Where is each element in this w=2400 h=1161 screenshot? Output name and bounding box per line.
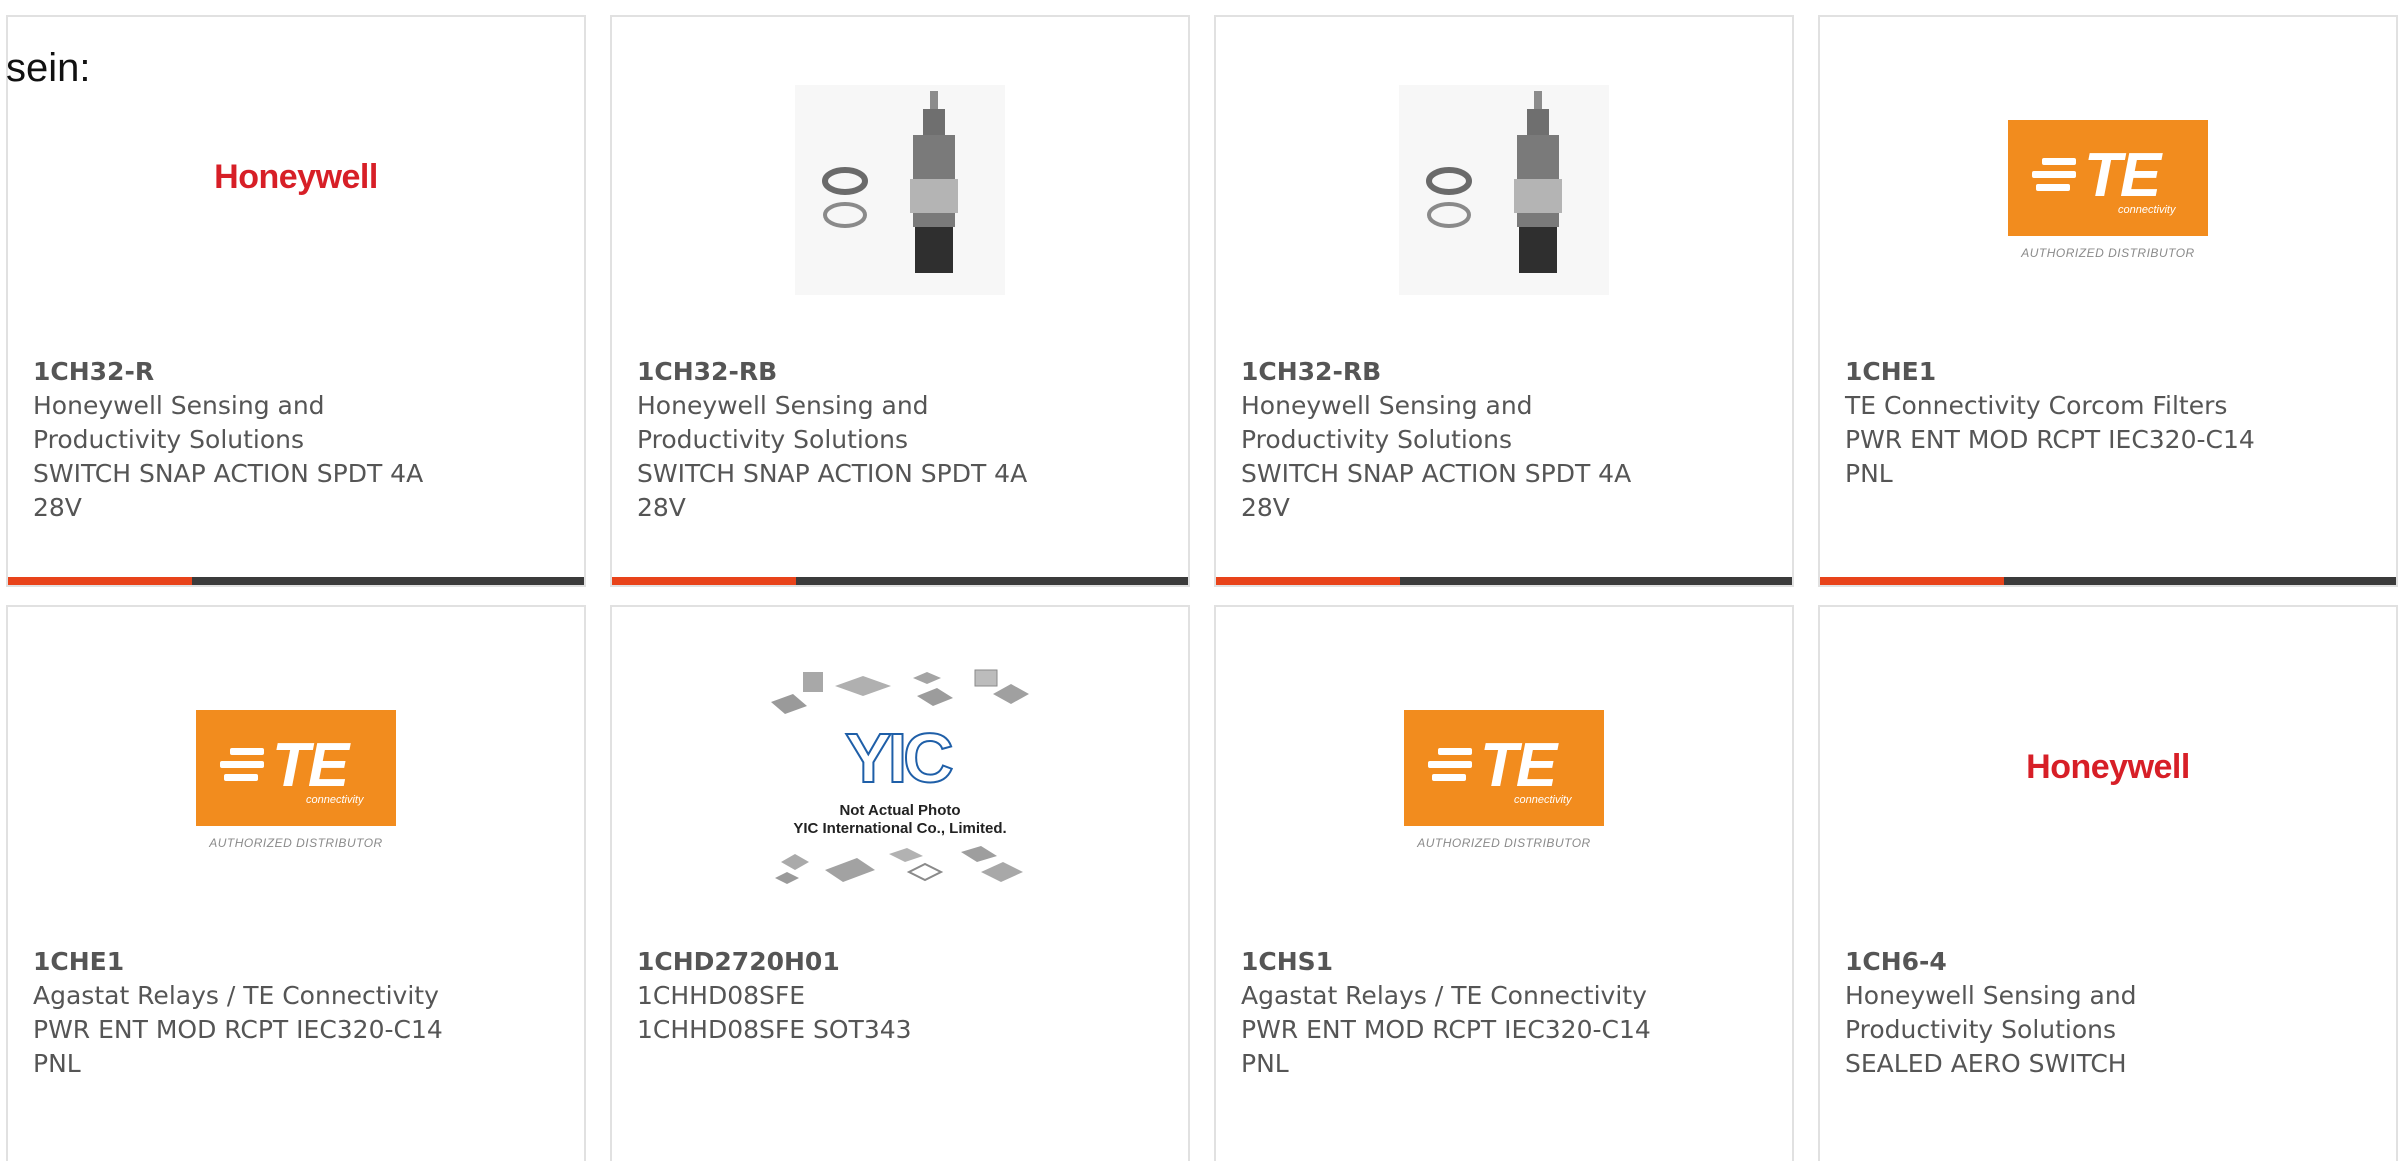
yic-caption-line: Not Actual Photo xyxy=(839,802,961,819)
switch-photo xyxy=(1399,85,1609,295)
product-info: 1CH32-RB Honeywell Sensing and Productiv… xyxy=(637,355,1057,525)
part-number[interactable]: 1CH32-R xyxy=(33,355,453,389)
authorized-distributor-label: AUTHORIZED DISTRIBUTOR xyxy=(1417,836,1591,850)
te-lines-icon xyxy=(1428,748,1472,782)
part-number[interactable]: 1CHD2720H01 xyxy=(637,945,1057,979)
card-bottom-bar xyxy=(612,577,1188,585)
authorized-distributor-label: AUTHORIZED DISTRIBUTOR xyxy=(209,836,383,850)
te-logo-subtext: connectivity xyxy=(1514,794,1572,806)
te-lines-icon xyxy=(2032,158,2076,192)
product-image xyxy=(612,65,1188,315)
product-grid: Honeywell 1CH32-R Honeywell Sensing and … xyxy=(6,15,2400,1161)
product-description: PWR ENT MOD RCPT IEC320-C14 PNL xyxy=(1845,425,2255,488)
te-logo-box: TE connectivity xyxy=(1404,710,1604,826)
card-accent-bar xyxy=(8,577,192,585)
product-info: 1CH6-4 Honeywell Sensing and Productivit… xyxy=(1845,945,2265,1081)
te-logo-subtext: connectivity xyxy=(306,794,364,806)
card-bottom-bar xyxy=(1820,577,2396,585)
product-card[interactable]: 1CH32-RB Honeywell Sensing and Productiv… xyxy=(610,15,1190,587)
product-description: PWR ENT MOD RCPT IEC320-C14 PNL xyxy=(1241,1015,1651,1078)
part-number[interactable]: 1CHE1 xyxy=(33,945,453,979)
product-description: SWITCH SNAP ACTION SPDT 4A 28V xyxy=(33,459,424,522)
honeywell-logo: Honeywell xyxy=(214,158,378,196)
te-logo-box: TE connectivity xyxy=(196,710,396,826)
intro-text: sein: xyxy=(6,46,91,90)
part-number[interactable]: 1CH32-RB xyxy=(637,355,1057,389)
manufacturer-name: Honeywell Sensing and Productivity Solut… xyxy=(1241,391,1533,454)
switch-photo xyxy=(795,85,1005,295)
manufacturer-name: Agastat Relays / TE Connectivity xyxy=(1241,981,1647,1010)
product-description: SEALED AERO SWITCH xyxy=(1845,1049,2127,1078)
te-logo-box: TE connectivity xyxy=(2008,120,2208,236)
te-logo-mark: TE xyxy=(272,731,349,800)
product-image: TE connectivity AUTHORIZED DISTRIBUTOR xyxy=(1820,65,2396,315)
product-image: YIC Not Actual Photo YIC International C… xyxy=(612,655,1188,905)
te-lines-icon xyxy=(220,748,264,782)
yic-placeholder-image: YIC Not Actual Photo YIC International C… xyxy=(765,666,1035,906)
te-logo-mark: TE xyxy=(2084,141,2161,210)
product-card[interactable]: Honeywell 1CH6-4 Honeywell Sensing and P… xyxy=(1818,605,2398,1161)
honeywell-logo: Honeywell xyxy=(2026,748,2190,786)
product-info: 1CH32-R Honeywell Sensing and Productivi… xyxy=(33,355,453,525)
product-image: Honeywell xyxy=(8,65,584,315)
product-info: 1CHS1 Agastat Relays / TE Connectivity P… xyxy=(1241,945,1661,1081)
manufacturer-name: 1CHHD08SFE xyxy=(637,981,806,1010)
yic-caption-line: YIC International Co., Limited. xyxy=(793,820,1007,837)
product-image: TE connectivity AUTHORIZED DISTRIBUTOR xyxy=(1216,655,1792,905)
te-connectivity-logo: TE connectivity AUTHORIZED DISTRIBUTOR xyxy=(2008,120,2208,260)
te-logo-subtext: connectivity xyxy=(2118,204,2176,216)
manufacturer-name: TE Connectivity Corcom Filters xyxy=(1845,391,2228,420)
product-info: 1CHE1 Agastat Relays / TE Connectivity P… xyxy=(33,945,453,1081)
card-bottom-bar xyxy=(8,577,584,585)
manufacturer-name: Agastat Relays / TE Connectivity xyxy=(33,981,439,1010)
product-card[interactable]: TE connectivity AUTHORIZED DISTRIBUTOR 1… xyxy=(6,605,586,1161)
card-accent-bar xyxy=(1820,577,2004,585)
manufacturer-name: Honeywell Sensing and Productivity Solut… xyxy=(637,391,929,454)
yic-logo: YIC xyxy=(844,718,955,798)
product-description: 1CHHD08SFE SOT343 xyxy=(637,1015,912,1044)
product-description: SWITCH SNAP ACTION SPDT 4A 28V xyxy=(637,459,1028,522)
product-image: TE connectivity AUTHORIZED DISTRIBUTOR xyxy=(8,655,584,905)
manufacturer-name: Honeywell Sensing and Productivity Solut… xyxy=(1845,981,2137,1044)
product-listing-page: Honeywell 1CH32-R Honeywell Sensing and … xyxy=(0,0,2400,1161)
product-card[interactable]: Honeywell 1CH32-R Honeywell Sensing and … xyxy=(6,15,586,587)
product-card[interactable]: 1CH32-RB Honeywell Sensing and Productiv… xyxy=(1214,15,1794,587)
product-info: 1CHE1 TE Connectivity Corcom Filters PWR… xyxy=(1845,355,2265,491)
card-bottom-bar xyxy=(1216,577,1792,585)
card-accent-bar xyxy=(1216,577,1400,585)
te-connectivity-logo: TE connectivity AUTHORIZED DISTRIBUTOR xyxy=(1404,710,1604,850)
product-card[interactable]: YIC Not Actual Photo YIC International C… xyxy=(610,605,1190,1161)
manufacturer-name: Honeywell Sensing and Productivity Solut… xyxy=(33,391,325,454)
product-description: PWR ENT MOD RCPT IEC320-C14 PNL xyxy=(33,1015,443,1078)
part-number[interactable]: 1CHS1 xyxy=(1241,945,1661,979)
part-number[interactable]: 1CH6-4 xyxy=(1845,945,2265,979)
card-accent-bar xyxy=(612,577,796,585)
product-card[interactable]: TE connectivity AUTHORIZED DISTRIBUTOR 1… xyxy=(1214,605,1794,1161)
authorized-distributor-label: AUTHORIZED DISTRIBUTOR xyxy=(2021,246,2195,260)
te-connectivity-logo: TE connectivity AUTHORIZED DISTRIBUTOR xyxy=(196,710,396,850)
product-description: SWITCH SNAP ACTION SPDT 4A 28V xyxy=(1241,459,1632,522)
product-image xyxy=(1216,65,1792,315)
product-info: 1CHD2720H01 1CHHD08SFE 1CHHD08SFE SOT343 xyxy=(637,945,1057,1047)
te-logo-mark: TE xyxy=(1480,731,1557,800)
product-image: Honeywell xyxy=(1820,655,2396,905)
product-card[interactable]: TE connectivity AUTHORIZED DISTRIBUTOR 1… xyxy=(1818,15,2398,587)
yic-caption: Not Actual Photo YIC International Co., … xyxy=(765,802,1035,838)
part-number[interactable]: 1CHE1 xyxy=(1845,355,2265,389)
part-number[interactable]: 1CH32-RB xyxy=(1241,355,1661,389)
product-info: 1CH32-RB Honeywell Sensing and Productiv… xyxy=(1241,355,1661,525)
